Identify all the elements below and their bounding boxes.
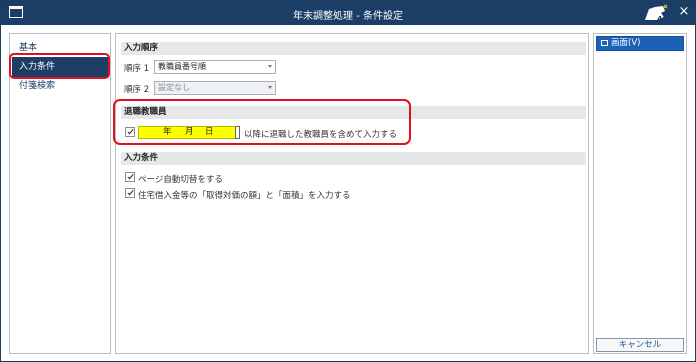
order2-select[interactable]: 設定なし (154, 81, 276, 95)
view-button[interactable]: 画面(V) (596, 36, 684, 51)
chevron-down-icon (268, 86, 272, 89)
section-header-input-order: 入力順序 (121, 42, 586, 55)
ai-logo-icon: AI (645, 4, 668, 23)
chevron-down-icon (268, 65, 272, 68)
svg-text:AI: AI (656, 15, 665, 23)
view-button-label: 画面(V) (611, 38, 641, 48)
title-bar: 年末調整処理 - 条件設定 AI × (1, 1, 695, 25)
dialog-window: 年末調整処理 - 条件設定 AI × 基本 入力条件 付箋検索 入力順序 順序 … (0, 0, 696, 362)
checkmark-icon (126, 188, 134, 196)
order1-select[interactable]: 教職員番号順 (154, 60, 276, 74)
page-auto-switch-checkbox[interactable] (125, 172, 135, 182)
order1-label: 順序 1 (124, 64, 150, 74)
order1-value: 教職員番号順 (158, 62, 206, 71)
cancel-button[interactable]: キャンセル (596, 338, 684, 352)
page-auto-switch-label: ページ自動切替をする (138, 175, 223, 185)
section-header-input-conditions: 入力条件 (121, 152, 586, 165)
sidebar-item-sticky-search[interactable]: 付箋検索 (12, 76, 108, 96)
screen-icon (601, 40, 608, 46)
order2-value: 設定なし (158, 83, 190, 92)
close-icon[interactable]: × (677, 4, 691, 20)
window-title: 年末調整処理 - 条件設定 (293, 11, 403, 22)
housing-loan-label: 住宅借入金等の「取得対価の額」と「面積」を入力する (138, 191, 351, 201)
checkmark-icon (126, 172, 134, 180)
sidebar: 基本 入力条件 付箋検索 (9, 33, 111, 354)
settings-panel: 入力順序 順序 1 教職員番号順 順序 2 設定なし 退職教職員 年 月 日 以… (115, 33, 589, 354)
highlight-box-sidebar (9, 53, 110, 79)
order2-label: 順序 2 (124, 85, 150, 95)
highlight-box-retired (113, 99, 411, 145)
housing-loan-checkbox[interactable] (125, 188, 135, 198)
action-panel: 画面(V) キャンセル (593, 33, 687, 354)
